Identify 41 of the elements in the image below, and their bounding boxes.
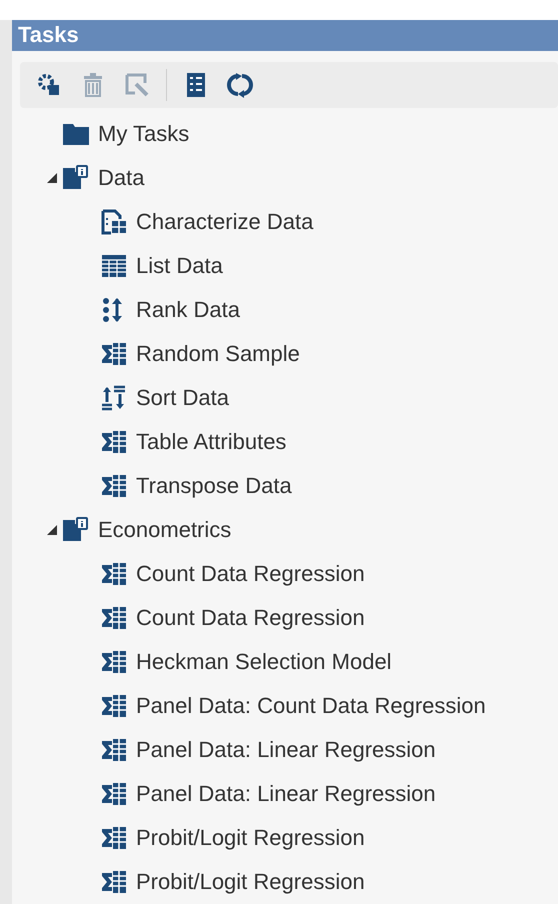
table-icon bbox=[100, 253, 128, 279]
sigma-table-icon bbox=[100, 649, 128, 675]
tree-item[interactable]: Econometrics bbox=[98, 517, 232, 543]
tree-item[interactable]: Panel Data: Linear Regression bbox=[136, 781, 436, 807]
edit-icon bbox=[124, 72, 150, 98]
sigma-table-icon bbox=[100, 781, 128, 807]
tree-item[interactable]: Panel Data: Count Data Regression bbox=[136, 693, 486, 719]
book-icon bbox=[62, 165, 90, 191]
tree-item[interactable]: Table Attributes bbox=[136, 429, 286, 455]
refresh-icon bbox=[227, 72, 253, 98]
sigma-table-icon bbox=[100, 473, 128, 499]
sigma-table-icon bbox=[100, 605, 128, 631]
tree-item[interactable]: Rank Data bbox=[136, 297, 240, 323]
tree-item[interactable]: Characterize Data bbox=[136, 209, 314, 235]
tree-item[interactable]: Count Data Regression bbox=[136, 605, 365, 631]
tree-item[interactable]: Probit/Logit Regression bbox=[136, 825, 365, 851]
tree-item[interactable]: Heckman Selection Model bbox=[136, 649, 392, 675]
panel-title: Tasks bbox=[18, 22, 79, 48]
sigma-table-icon bbox=[100, 561, 128, 587]
tree-item[interactable]: Data bbox=[98, 165, 144, 191]
tree-item[interactable]: List Data bbox=[136, 253, 223, 279]
sigma-table-icon bbox=[100, 693, 128, 719]
tree-item[interactable]: My Tasks bbox=[98, 121, 190, 147]
sigma-table-icon bbox=[100, 737, 128, 763]
gear-icon bbox=[36, 72, 62, 98]
book-icon bbox=[62, 517, 90, 543]
tree-item[interactable]: Transpose Data bbox=[136, 473, 292, 499]
sigma-table-icon bbox=[100, 869, 128, 895]
sigma-table-icon bbox=[100, 825, 128, 851]
sigma-table-icon bbox=[100, 341, 128, 367]
sigma-table-icon bbox=[100, 429, 128, 455]
caret-icon bbox=[46, 172, 58, 184]
tree-item[interactable]: Sort Data bbox=[136, 385, 229, 411]
tree-item[interactable]: Probit/Logit Regression bbox=[136, 869, 365, 895]
tree-item[interactable]: Panel Data: Linear Regression bbox=[136, 737, 436, 763]
caret-icon bbox=[46, 524, 58, 536]
folder-icon bbox=[62, 121, 90, 147]
tree-item[interactable]: Count Data Regression bbox=[136, 561, 365, 587]
sort-icon bbox=[100, 385, 128, 411]
document-table-icon bbox=[100, 209, 128, 235]
tree-item[interactable]: Random Sample bbox=[136, 341, 300, 367]
